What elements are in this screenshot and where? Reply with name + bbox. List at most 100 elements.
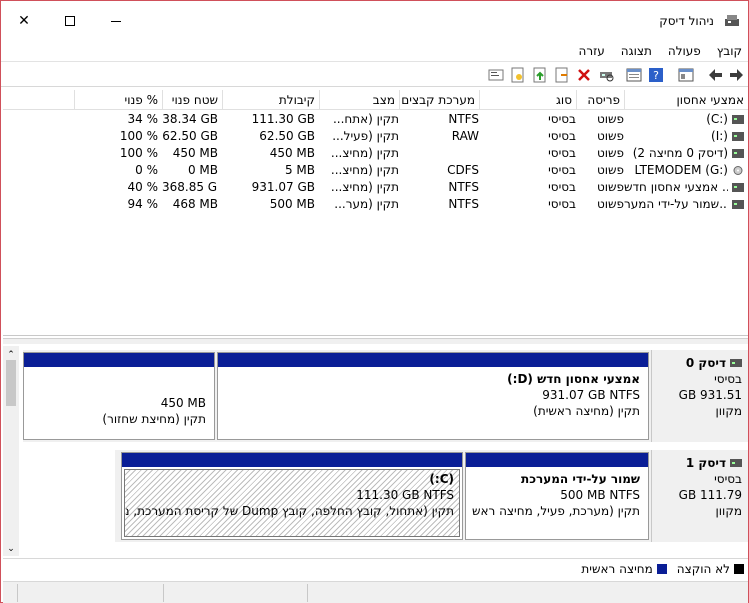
legend-primary: מחיצה ראשית: [581, 561, 653, 576]
disk-0-kind: בסיסי: [714, 372, 742, 386]
cd-drive-icon: [733, 166, 743, 175]
partition-c-detail: 111.30 GB NTFS: [356, 488, 454, 502]
primary-swatch: [656, 563, 667, 574]
rescan-icon[interactable]: [598, 67, 614, 83]
column-file-system[interactable]: מערכת קבצים: [399, 90, 479, 110]
partition-bar: [466, 453, 648, 467]
volume-name: שמור על-ידי המער...: [624, 197, 728, 211]
back-icon[interactable]: [708, 67, 724, 83]
volume-capacity: 500 MB: [269, 197, 315, 211]
table-row[interactable]: (C:) פשוט בסיסי NTFS תקין (אתח... 111.30 GB 38…: [3, 111, 748, 128]
minimize-button[interactable]: [93, 1, 139, 41]
menu-file[interactable]: קובץ: [717, 44, 742, 58]
menu-view[interactable]: תצוגה: [621, 44, 652, 58]
volume-status: תקין (מחיצ...: [330, 163, 399, 177]
volume-layout: פשוט: [596, 129, 624, 143]
table-row[interactable]: LTEMODEM (G:) פשוט בסיסי CDFS תקין (מחיצ... 5…: [3, 162, 748, 179]
volume-capacity: 931.07 GB: [251, 180, 315, 194]
volume-free-space: 368.85 GB: [162, 180, 218, 194]
volume-name: (C:): [706, 112, 728, 126]
disk-graphical-view: דיסק 0 בסיסי 931.51 GB מקוון אמצעי אחסון…: [3, 344, 748, 556]
table-row[interactable]: (דיסק 0 מחיצה 2) פשוט בסיסי תקין (מחיצ... 45…: [3, 145, 748, 162]
partition-bar: [24, 353, 214, 367]
volume-name: LTEMODEM (G:): [634, 163, 728, 177]
partition-d[interactable]: אמצעי אחסון חדש (D:) 931.07 GB NTFS תקין…: [217, 352, 649, 440]
volume-status: תקין (פעיל...: [332, 129, 399, 143]
column-capacity[interactable]: קיבולת: [222, 90, 319, 110]
menu-action[interactable]: פעולה: [668, 44, 701, 58]
column-layout[interactable]: פריסה: [576, 90, 624, 110]
open-icon[interactable]: [510, 67, 526, 83]
column-volume[interactable]: אמצעי אחסון: [624, 90, 748, 110]
volume-type: בסיסי: [548, 180, 576, 194]
table-row[interactable]: (I:) פשוט בסיסי RAW תקין (פעיל... 62.50 GB 62.…: [3, 128, 748, 145]
partition-system-reserved[interactable]: שמור על-ידי המערכת 500 MB NTFS תקין (מער…: [465, 452, 649, 540]
disk-1-label[interactable]: דיסק 1 בסיסי 111.79 GB מקוון: [651, 450, 748, 542]
window-title: ניהול דיסק: [659, 14, 714, 28]
column-percent-free[interactable]: % פנוי: [74, 90, 162, 110]
partition-system-reserved-detail: 500 MB NTFS: [560, 488, 640, 502]
volume-layout: פשוט: [596, 112, 624, 126]
partition-d-detail: 931.07 GB NTFS: [542, 388, 640, 402]
partition-bar: [218, 353, 648, 367]
volume-capacity: 111.30 GB: [251, 112, 315, 126]
console-tree-icon[interactable]: [678, 67, 694, 83]
partition-c[interactable]: (C:) 111.30 GB NTFS תקין (אתחול, קובץ הח…: [121, 452, 463, 540]
volume-icon: [732, 183, 744, 192]
disk-0-state: מקוון: [715, 404, 742, 418]
maximize-icon: [65, 16, 75, 26]
volume-percent-free: 100 %: [119, 129, 158, 143]
export-icon[interactable]: [532, 67, 548, 83]
disk-management-window: ניהול דיסק ✕ קובץ פעולה תצוגה עזרה ? אמצ…: [0, 0, 749, 603]
partition-recovery[interactable]: 450 MB תקין (מחיצת שחזור): [23, 352, 215, 440]
scroll-thumb[interactable]: [6, 360, 16, 406]
volume-icon: [732, 200, 744, 209]
volume-icon: [732, 115, 744, 124]
close-button[interactable]: ✕: [1, 1, 47, 41]
partition-d-name: אמצעי אחסון חדש (D:): [507, 372, 640, 386]
volume-capacity: 62.50 GB: [259, 129, 315, 143]
volume-status: תקין (מער...: [334, 197, 399, 211]
legend-unallocated: לא הוקצה: [676, 561, 730, 576]
table-row[interactable]: אמצעי אחסון חדש ...פשוט בסיסי NTFS תקין (מח…: [3, 179, 748, 196]
volume-file-system: RAW: [451, 129, 479, 143]
graph-scrollbar[interactable]: ⌃ ⌄: [3, 346, 19, 556]
svg-text:?: ?: [653, 69, 659, 82]
volume-name: (דיסק 0 מחיצה 2): [632, 146, 728, 160]
disk-0-size: 931.51 GB: [678, 388, 742, 402]
volume-list-header: אמצעי אחסון פריסה סוג מערכת קבצים מצב קי…: [3, 90, 748, 110]
volume-capacity: 450 MB: [269, 146, 315, 160]
title-bar: ניהול דיסק ✕: [1, 1, 748, 41]
maximize-button[interactable]: [47, 1, 93, 41]
volume-icon: [732, 132, 744, 141]
volume-icon: [732, 149, 744, 158]
volume-free-space: 450 MB: [172, 146, 218, 160]
partition-recovery-detail: 450 MB: [160, 396, 206, 410]
refresh-icon[interactable]: [554, 67, 570, 83]
partition-system-reserved-name: שמור על-ידי המערכת: [521, 472, 640, 486]
properties-icon[interactable]: [626, 67, 642, 83]
volume-capacity: 5 MB: [284, 163, 315, 177]
volume-type: בסיסי: [548, 197, 576, 211]
column-free-space[interactable]: שטח פנוי: [162, 90, 222, 110]
settings-icon[interactable]: [488, 67, 504, 83]
disk-1-size: 111.79 GB: [678, 488, 742, 502]
volume-type: בסיסי: [548, 163, 576, 177]
column-status[interactable]: מצב: [319, 90, 399, 110]
toolbar: ?: [1, 61, 748, 87]
partition-d-status: תקין (מחיצה ראשית): [533, 404, 640, 418]
column-type[interactable]: סוג: [479, 90, 576, 110]
disk-0-label[interactable]: דיסק 0 בסיסי 931.51 GB מקוון: [651, 350, 748, 442]
volume-percent-free: 40 %: [127, 180, 159, 194]
partition-bar: [122, 453, 462, 467]
scroll-down-icon[interactable]: ⌄: [5, 544, 17, 554]
scroll-up-icon[interactable]: ⌃: [5, 350, 17, 360]
forward-icon[interactable]: [728, 67, 744, 83]
volume-layout: פשוט: [596, 180, 624, 194]
disk-1-kind: בסיסי: [714, 472, 742, 486]
help-icon[interactable]: ?: [648, 67, 664, 83]
table-row[interactable]: שמור על-ידי המער...פשוט בסיסי NTFS תקין (מע…: [3, 196, 748, 213]
partition-system-reserved-status: תקין (מערכת, פעיל, מחיצה ראש: [471, 504, 640, 518]
menu-help[interactable]: עזרה: [579, 44, 605, 58]
delete-icon[interactable]: [576, 67, 592, 83]
